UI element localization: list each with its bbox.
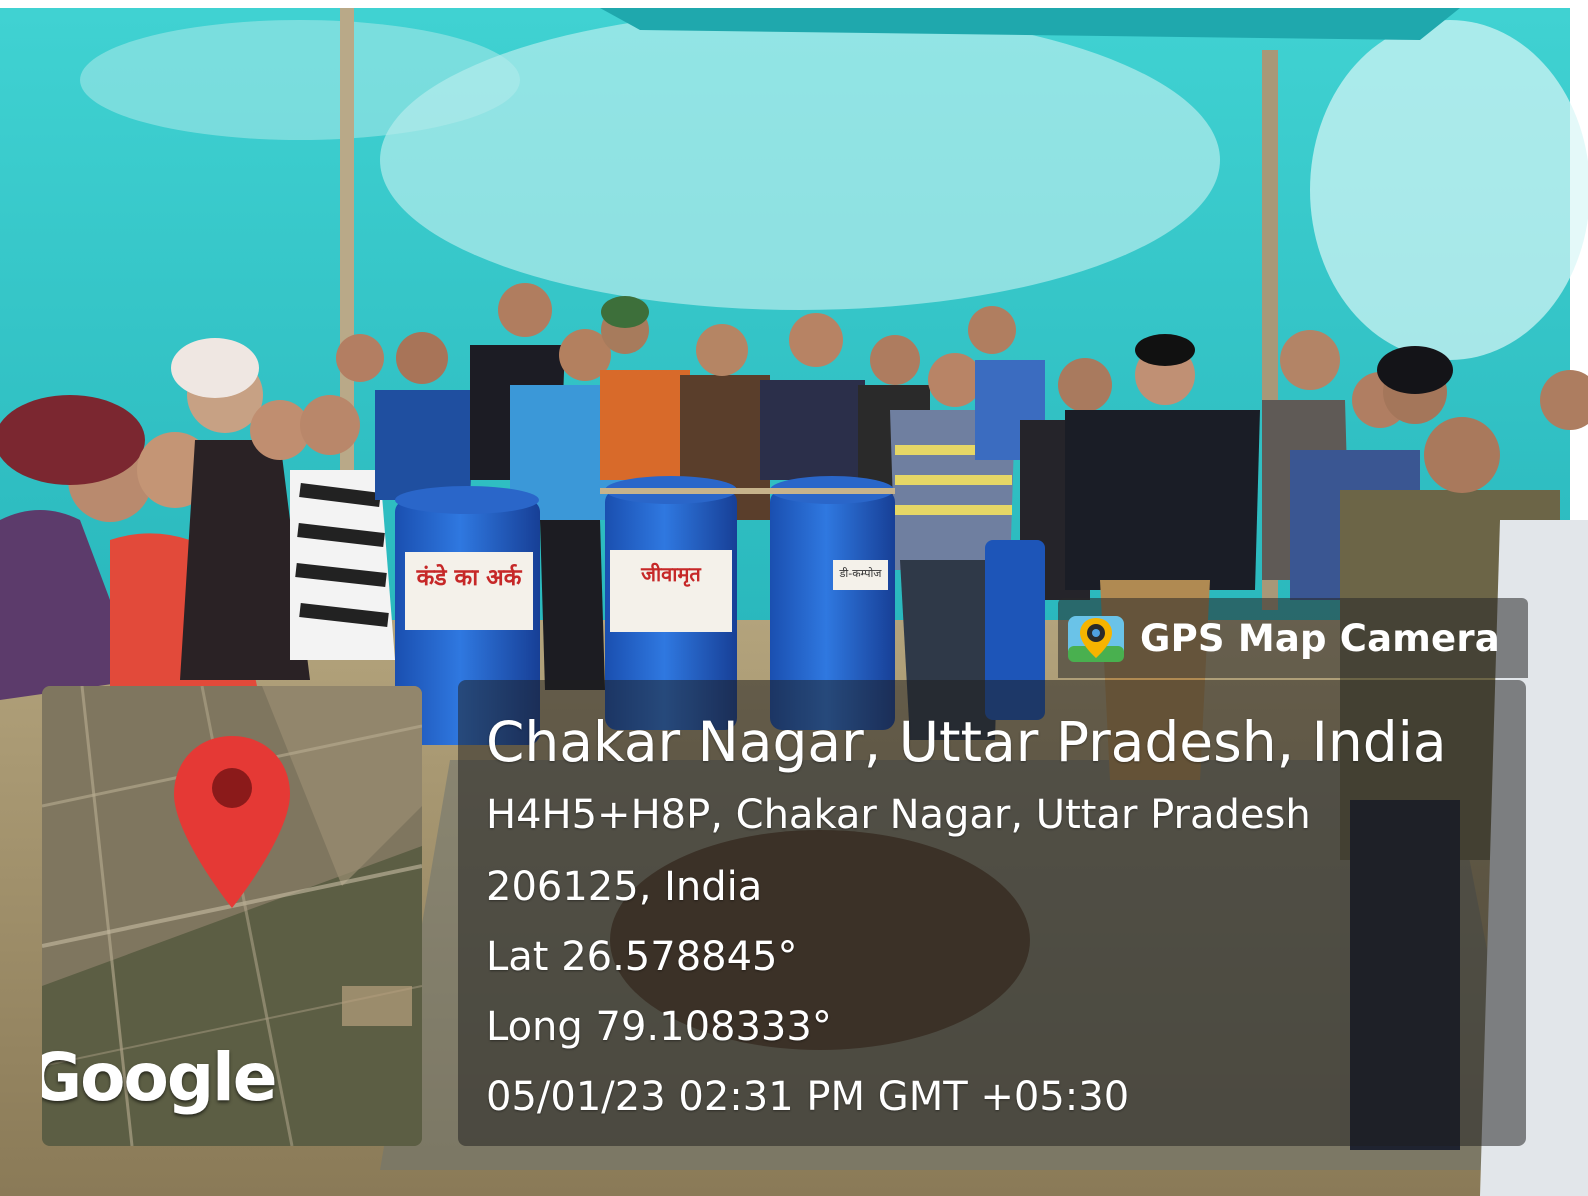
pincode-line: 206125, India — [486, 864, 763, 910]
drum-label-decompose: डी-कम्पोज — [839, 567, 882, 580]
gps-map-camera-badge: GPS Map Camera — [1058, 598, 1528, 678]
gps-map-camera-brand: GPS Map Camera — [1140, 616, 1500, 660]
location-title: Chakar Nagar, Uttar Pradesh, India — [486, 710, 1447, 774]
map-thumbnail[interactable]: Google — [42, 686, 422, 1146]
gps-map-camera-logo-icon — [1066, 608, 1126, 668]
latitude-line: Lat 26.578845° — [486, 934, 798, 980]
google-watermark: Google — [42, 1039, 277, 1116]
drum-label-jeevamrit: जीवामृत — [641, 562, 701, 586]
drum-label-kande-ka-ark: कंडे का अर्क — [416, 565, 522, 591]
address-line: H4H5+H8P, Chakar Nagar, Uttar Pradesh — [486, 792, 1311, 838]
datetime-line: 05/01/23 02:31 PM GMT +05:30 — [486, 1074, 1130, 1120]
location-info-panel: Chakar Nagar, Uttar Pradesh, India H4H5+… — [458, 680, 1526, 1146]
longitude-line: Long 79.108333° — [486, 1004, 832, 1050]
